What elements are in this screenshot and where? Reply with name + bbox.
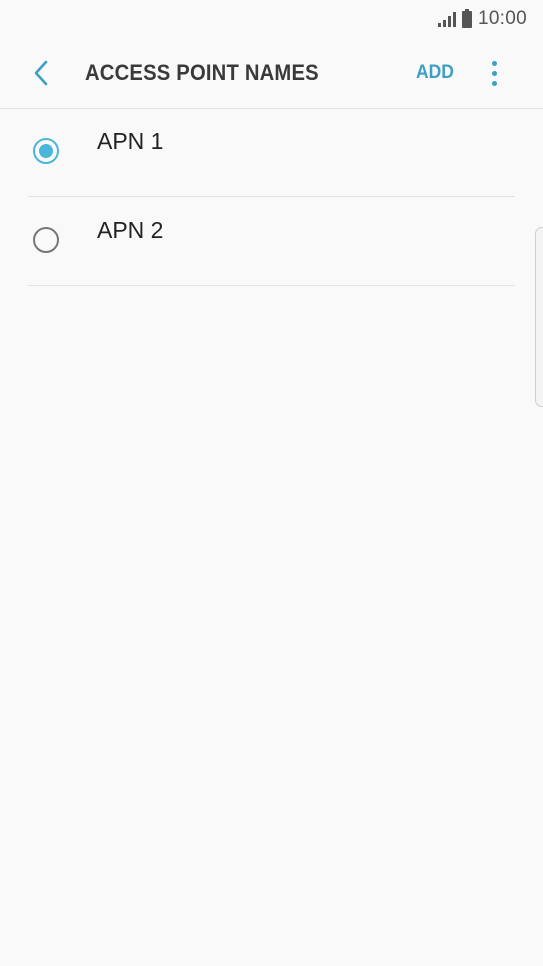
apn-item-2[interactable]: APN 2 (0, 197, 543, 286)
status-bar: 10:00 (0, 0, 543, 36)
apn-radio-checked[interactable] (33, 138, 59, 164)
apn-item-1[interactable]: APN 1 (0, 108, 543, 197)
chevron-left-icon (34, 60, 48, 86)
screen: 10:00 ACCESS POINT NAMES ADD APN 1 APN 2 (0, 0, 543, 966)
app-bar: ACCESS POINT NAMES ADD (0, 36, 543, 109)
page-title: ACCESS POINT NAMES (85, 60, 319, 85)
battery-icon (461, 8, 472, 28)
apn-radio-unchecked[interactable] (33, 227, 59, 253)
apn-label: APN 1 (97, 128, 164, 154)
status-icons: 10:00 (437, 8, 527, 30)
add-button[interactable]: ADD (416, 62, 454, 84)
scroll-handle[interactable] (535, 227, 543, 407)
more-options-button[interactable] (482, 56, 506, 90)
apn-list: APN 1 APN 2 (0, 108, 543, 286)
status-time: 10:00 (477, 8, 527, 29)
signal-icon (437, 11, 456, 27)
more-vert-icon (491, 60, 497, 66)
apn-label: APN 2 (97, 217, 164, 243)
back-button[interactable] (24, 56, 58, 90)
